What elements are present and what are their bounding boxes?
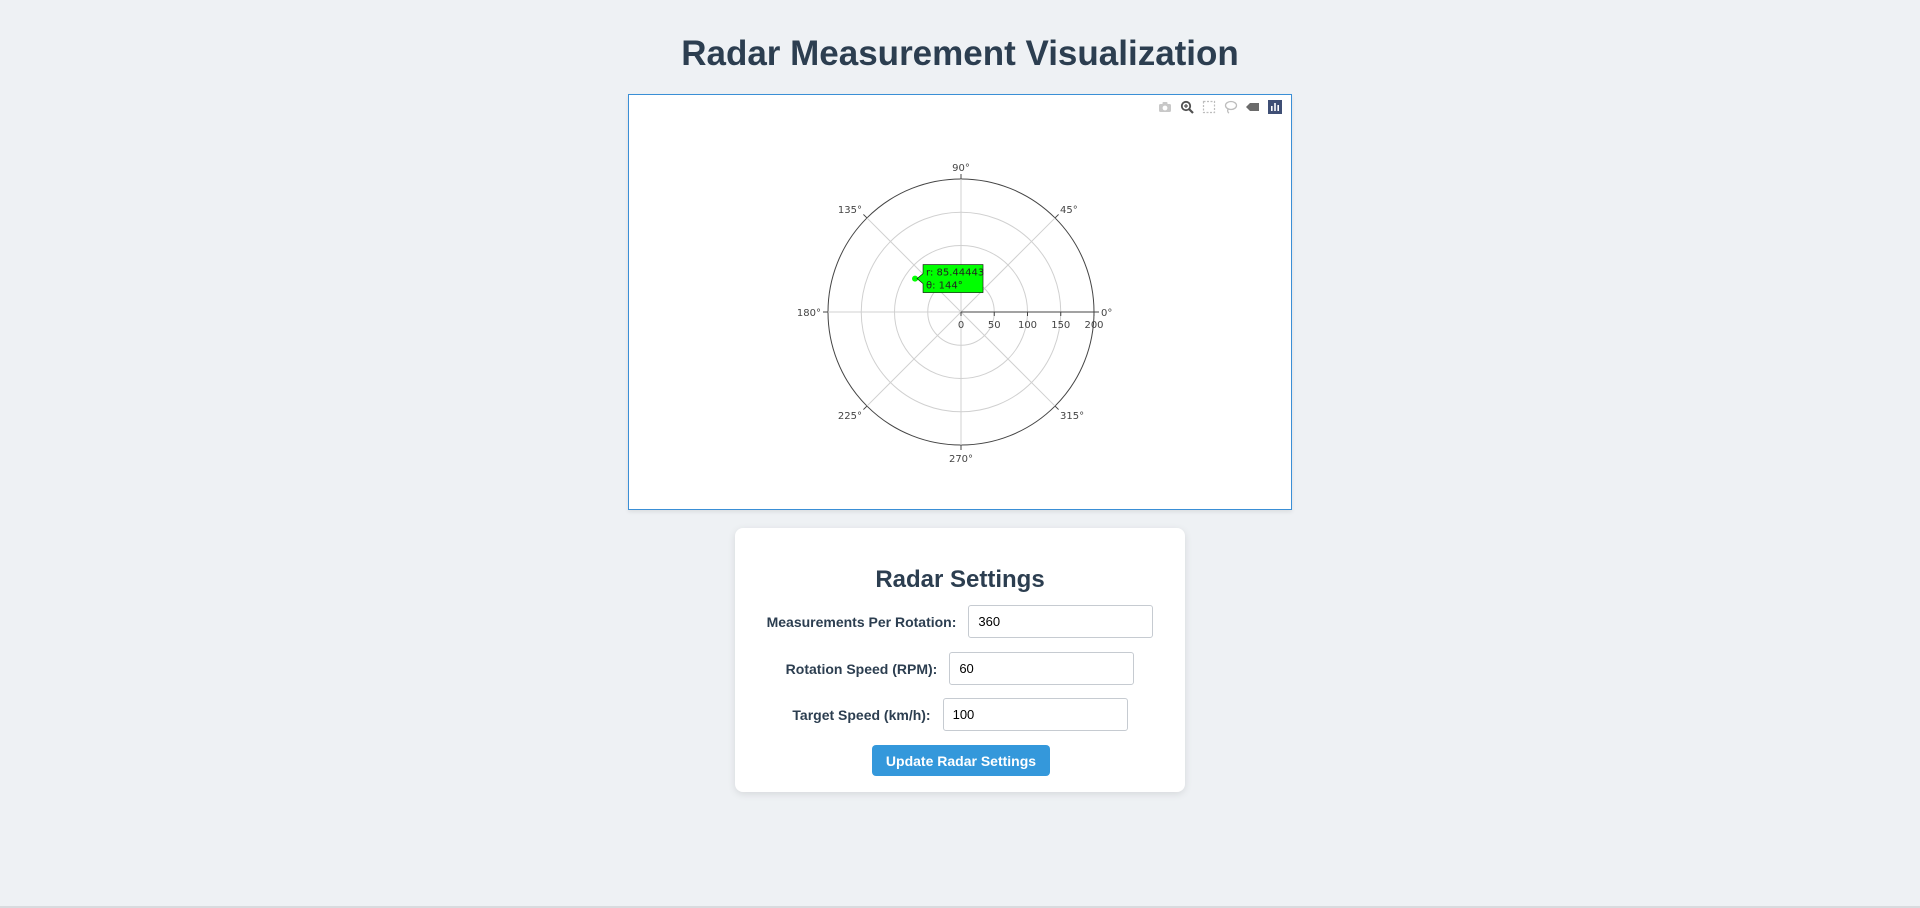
angular-tick-label: 135° bbox=[838, 205, 862, 216]
settings-title: Radar Settings bbox=[875, 566, 1045, 593]
angular-tick-label: 90° bbox=[952, 163, 970, 174]
target-speed-input[interactable] bbox=[942, 698, 1128, 731]
angular-tick-mark bbox=[1054, 405, 1059, 410]
angular-tick-label: 0° bbox=[1101, 308, 1112, 319]
angular-tick-label: 225° bbox=[838, 411, 862, 422]
measurements-row: Measurements Per Rotation: bbox=[735, 605, 1185, 638]
radial-tick-label: 150 bbox=[1051, 320, 1070, 331]
angular-tick-label: 315° bbox=[1060, 411, 1084, 422]
radar-settings-panel: Radar Settings Measurements Per Rotation… bbox=[735, 528, 1185, 792]
polar-chart: 0° 45° 90° 135° 180° 225° 270° 315° 0 50 100 150 200… bbox=[797, 163, 1112, 465]
measurements-label: Measurements Per Rotation: bbox=[766, 613, 957, 630]
tooltip-r-value: r: 85.44443 bbox=[926, 268, 984, 279]
angular-tick-label: 270° bbox=[949, 454, 973, 465]
angular-tick-mark bbox=[863, 214, 868, 219]
tooltip-theta-value: θ: 144° bbox=[926, 281, 963, 292]
angular-grid-line bbox=[866, 311, 962, 407]
page-title: Radar Measurement Visualization bbox=[681, 34, 1239, 73]
radial-tick-label: 100 bbox=[1018, 320, 1037, 331]
rotation-speed-input[interactable] bbox=[949, 652, 1135, 685]
target-speed-label: Target Speed (km/h): bbox=[792, 706, 931, 723]
rotation-row: Rotation Speed (RPM): bbox=[735, 652, 1185, 685]
angular-grid-line bbox=[960, 311, 1056, 407]
radar-plot[interactable]: 0° 45° 90° 135° 180° 225° 270° 315° 0 50 100 150 200… bbox=[628, 94, 1292, 510]
radial-tick-label: 200 bbox=[1084, 320, 1103, 331]
measurements-input[interactable] bbox=[968, 605, 1154, 638]
update-settings-button[interactable]: Update Radar Settings bbox=[872, 745, 1050, 776]
target-row: Target Speed (km/h): bbox=[735, 698, 1185, 731]
radial-tick-label: 0 bbox=[958, 320, 964, 331]
angular-tick-label: 180° bbox=[797, 308, 821, 319]
angular-tick-mark bbox=[863, 405, 868, 410]
rotation-speed-label: Rotation Speed (RPM): bbox=[785, 660, 938, 677]
angular-tick-label: 45° bbox=[1060, 205, 1078, 216]
angular-tick-mark bbox=[1054, 214, 1059, 219]
hover-tooltip: r: 85.44443 θ: 144° bbox=[916, 264, 984, 293]
radial-tick-label: 50 bbox=[988, 320, 1001, 331]
